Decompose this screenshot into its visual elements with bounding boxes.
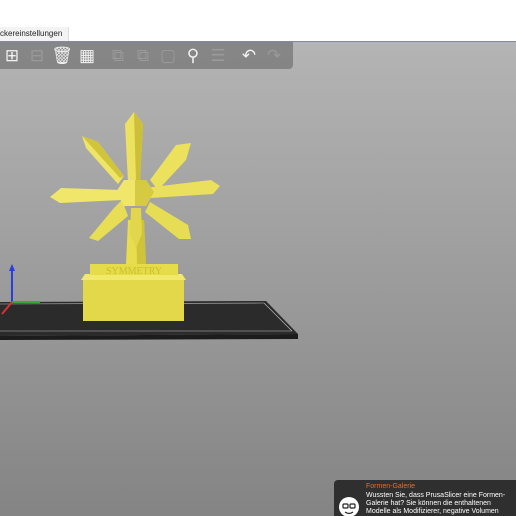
delete-icon[interactable]: ⊟ [25,44,49,68]
add-icon[interactable]: ⊞ [0,44,24,68]
model-hub-shade [135,180,154,206]
copy-icon[interactable]: ⧉ [106,44,130,68]
model-base-front [83,280,184,321]
hint-notification[interactable]: Formen-Galerie Wussten Sie, dass PrusaSl… [334,480,516,516]
paste-icon[interactable]: ⧉ [131,44,155,68]
hint-title: Formen-Galerie [366,483,416,490]
tab-printer-settings[interactable]: ckereinstellungen [0,27,70,41]
undo-icon[interactable]: ↶ [237,44,261,68]
add-instance-icon[interactable]: ▢ [156,44,180,68]
hint-icon [339,497,359,516]
redo-icon[interactable]: ↷ [262,44,286,68]
3d-viewport[interactable]: SYMMETRY ⊞ ⊟ 🗑 ▦ ⧉ ⧉ ▢ ⚲ ☰ ↶ ↷ Formen-Ga… [0,42,516,516]
scene[interactable]: SYMMETRY [0,42,516,516]
arrange-icon[interactable]: ▦ [75,44,99,68]
tab-bar: ckereinstellungen [0,27,516,42]
search-icon[interactable]: ⚲ [181,44,205,68]
hint-text: Wussten Sie, dass PrusaSlicer eine Forme… [366,492,506,515]
delete-all-icon[interactable]: 🗑 [50,44,74,68]
top-toolbar: ⊞ ⊟ 🗑 ▦ ⧉ ⧉ ▢ ⚲ ☰ ↶ ↷ [0,42,293,69]
title-bar [0,0,516,28]
model-base-text: SYMMETRY [106,266,162,277]
z-axis-arrow [9,264,15,271]
layers-icon[interactable]: ☰ [206,44,230,68]
